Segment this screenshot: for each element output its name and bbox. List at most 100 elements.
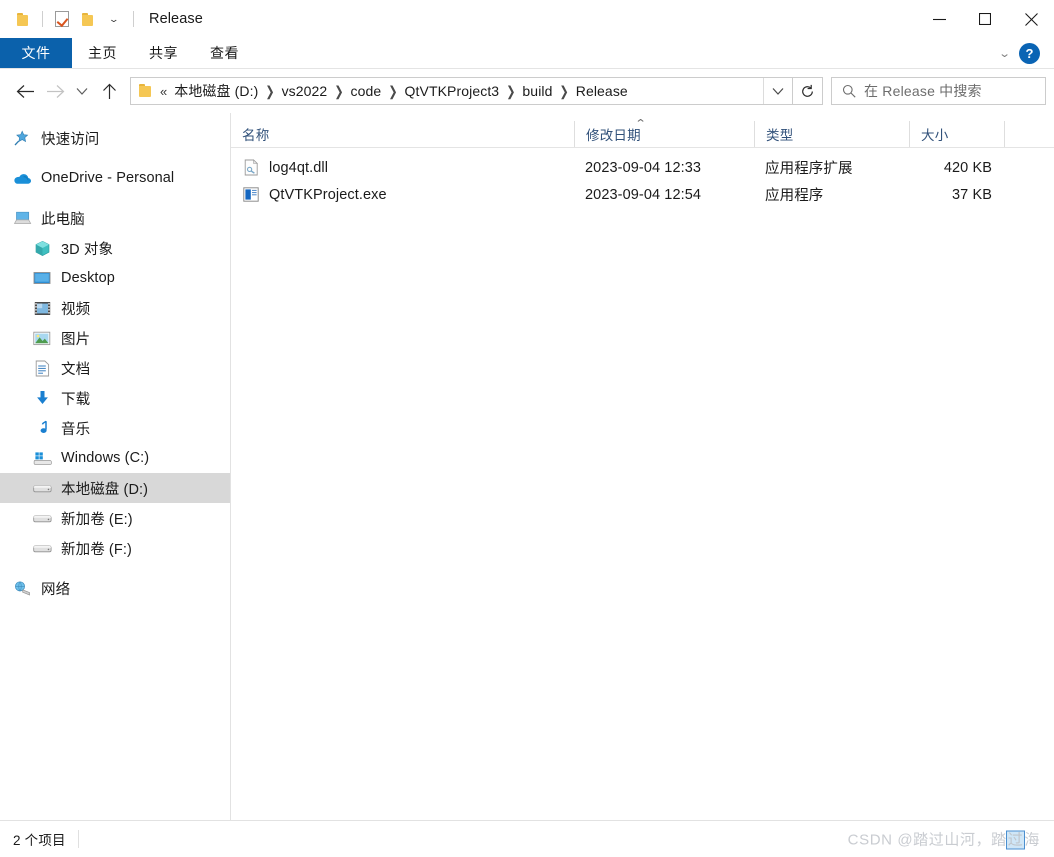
minimize-icon[interactable] — [916, 0, 962, 38]
sidebar-item-videos-label: 视频 — [61, 301, 91, 318]
drive-icon — [32, 479, 52, 497]
windows-drive-icon — [32, 449, 52, 467]
sidebar-item-windows-c[interactable]: Windows (C:) — [0, 443, 230, 473]
tab-file[interactable]: 文件 — [0, 38, 72, 68]
column-header-name-label: 名称 — [242, 128, 270, 143]
maximize-icon[interactable] — [962, 0, 1008, 38]
sidebar-item-music[interactable]: 音乐 — [0, 413, 230, 443]
sidebar-item-volume-e-label: 新加卷 (E:) — [61, 511, 133, 528]
sidebar-item-quick-access[interactable]: 快速访问 — [0, 123, 230, 153]
sidebar-item-documents-label: 文档 — [61, 361, 91, 378]
search-input[interactable]: 在 Release 中搜索 — [831, 77, 1046, 105]
sidebar-item-network-label: 网络 — [41, 581, 71, 598]
expand-ribbon-chevron-icon[interactable]: ⌄ — [998, 47, 1010, 60]
watermark-highlight: 过 — [1005, 830, 1026, 850]
downloads-icon — [32, 389, 52, 407]
file-list-pane: 名称 修改日期 类型 大小 ⌃ log4qt.dll 2023-09-04 12… — [231, 113, 1054, 820]
properties-icon[interactable] — [49, 6, 75, 32]
toolbar-divider — [42, 11, 43, 27]
recent-locations-chevron-icon[interactable] — [70, 76, 94, 106]
tab-home[interactable]: 主页 — [72, 38, 133, 68]
column-header-size[interactable]: 大小 — [909, 121, 1004, 147]
ribbon-tab-bar: 文件 主页 共享 查看 ⌄ ? — [0, 38, 1054, 69]
navigation-pane: 快速访问 OneDrive - Personal 此电脑 3D 对象 Deskt… — [0, 113, 231, 820]
folder-icon[interactable] — [10, 6, 36, 32]
sidebar-item-downloads[interactable]: 下载 — [0, 383, 230, 413]
sidebar-item-volume-f-label: 新加卷 (F:) — [61, 541, 132, 558]
quick-access-toolbar: ⌄ Release — [0, 0, 203, 38]
address-dropdown-chevron-icon[interactable] — [763, 78, 792, 104]
breadcrumb-item-5[interactable]: Release — [573, 83, 631, 99]
forward-button[interactable] — [40, 76, 70, 106]
music-icon — [32, 419, 52, 437]
tab-share[interactable]: 共享 — [133, 38, 194, 68]
sidebar-item-local-disk-d-label: 本地磁盘 (D:) — [61, 481, 149, 498]
tab-home-label: 主页 — [88, 45, 117, 61]
refresh-button[interactable] — [793, 77, 823, 105]
breadcrumb-sep-1[interactable]: ❯ — [330, 83, 347, 99]
sidebar-item-volume-e[interactable]: 新加卷 (E:) — [0, 503, 230, 533]
videos-icon — [32, 299, 52, 317]
breadcrumb-overflow-icon[interactable]: « — [160, 84, 171, 99]
file-name-label: QtVTKProject.exe — [269, 186, 387, 203]
csdn-watermark: CSDN @踏过山河，踏过海 — [848, 829, 1040, 850]
sidebar-item-onedrive[interactable]: OneDrive - Personal — [0, 163, 230, 193]
sidebar-item-desktop-label: Desktop — [61, 270, 115, 286]
sidebar-item-network[interactable]: 网络 — [0, 573, 230, 603]
onedrive-cloud-icon — [12, 169, 32, 187]
close-icon[interactable] — [1008, 0, 1054, 38]
breadcrumb-sep-3[interactable]: ❯ — [502, 83, 519, 99]
column-header-filler — [1004, 121, 1054, 147]
breadcrumb-item-1[interactable]: vs2022 — [279, 83, 331, 99]
file-size-cell: 420 KB — [943, 159, 992, 176]
column-header-type[interactable]: 类型 — [754, 121, 909, 147]
file-explorer-window: ⌄ Release 文件 主页 共享 查看 ⌄ ? « 本地磁盘 (D:) ❯ … — [0, 0, 1054, 857]
star-pin-icon — [12, 129, 32, 147]
sidebar-item-this-pc[interactable]: 此电脑 — [0, 203, 230, 233]
sidebar-item-3d-objects-label: 3D 对象 — [61, 241, 114, 258]
network-icon — [12, 579, 32, 597]
table-row[interactable]: QtVTKProject.exe 2023-09-04 12:54 应用程序 3… — [231, 181, 1054, 208]
address-bar[interactable]: « 本地磁盘 (D:) ❯ vs2022 ❯ code ❯ QtVTKProje… — [130, 77, 793, 105]
sort-ascending-icon: ⌃ — [634, 118, 647, 130]
column-header-name[interactable]: 名称 — [231, 121, 574, 147]
status-divider — [77, 830, 79, 848]
window-title: Release — [149, 11, 203, 27]
back-button[interactable] — [10, 76, 40, 106]
ribbon-right-controls: ⌄ ? — [998, 38, 1048, 68]
column-header-date[interactable]: 修改日期 — [574, 121, 754, 147]
help-icon[interactable]: ? — [1019, 42, 1040, 64]
new-folder-icon[interactable] — [75, 6, 101, 32]
search-icon — [832, 84, 864, 98]
breadcrumb-item-0[interactable]: 本地磁盘 (D:) — [171, 81, 261, 101]
breadcrumb-sep-0[interactable]: ❯ — [261, 83, 278, 99]
file-name-label: log4qt.dll — [269, 159, 329, 176]
table-row[interactable]: log4qt.dll 2023-09-04 12:33 应用程序扩展 420 K… — [231, 154, 1054, 181]
sidebar-item-desktop[interactable]: Desktop — [0, 263, 230, 293]
sidebar-item-volume-f[interactable]: 新加卷 (F:) — [0, 533, 230, 563]
sidebar-item-3d-objects[interactable]: 3D 对象 — [0, 233, 230, 263]
sidebar-item-local-disk-d[interactable]: 本地磁盘 (D:) — [0, 473, 230, 503]
documents-icon — [32, 359, 52, 377]
tab-view[interactable]: 查看 — [194, 38, 255, 68]
exe-file-icon — [242, 186, 260, 204]
file-name-cell: QtVTKProject.exe — [231, 186, 574, 204]
dll-file-icon — [242, 159, 260, 177]
sidebar-item-videos[interactable]: 视频 — [0, 293, 230, 323]
chevron-down-icon[interactable]: ⌄ — [101, 6, 127, 32]
main-area: 快速访问 OneDrive - Personal 此电脑 3D 对象 Deskt… — [0, 113, 1054, 820]
file-date-cell: 2023-09-04 12:33 — [585, 159, 702, 176]
sidebar-item-pictures[interactable]: 图片 — [0, 323, 230, 353]
breadcrumb-item-4[interactable]: build — [519, 83, 555, 99]
sidebar-item-windows-c-label: Windows (C:) — [61, 450, 150, 466]
breadcrumb-item-3[interactable]: QtVTKProject3 — [402, 83, 503, 99]
up-button[interactable] — [94, 76, 124, 106]
column-header-row: 名称 修改日期 类型 大小 ⌃ — [231, 113, 1054, 148]
breadcrumb-sep-4[interactable]: ❯ — [556, 83, 573, 99]
breadcrumb-item-2[interactable]: code — [348, 83, 385, 99]
sidebar-item-documents[interactable]: 文档 — [0, 353, 230, 383]
sidebar-item-this-pc-label: 此电脑 — [41, 211, 85, 228]
breadcrumb-sep-2[interactable]: ❯ — [384, 83, 401, 99]
